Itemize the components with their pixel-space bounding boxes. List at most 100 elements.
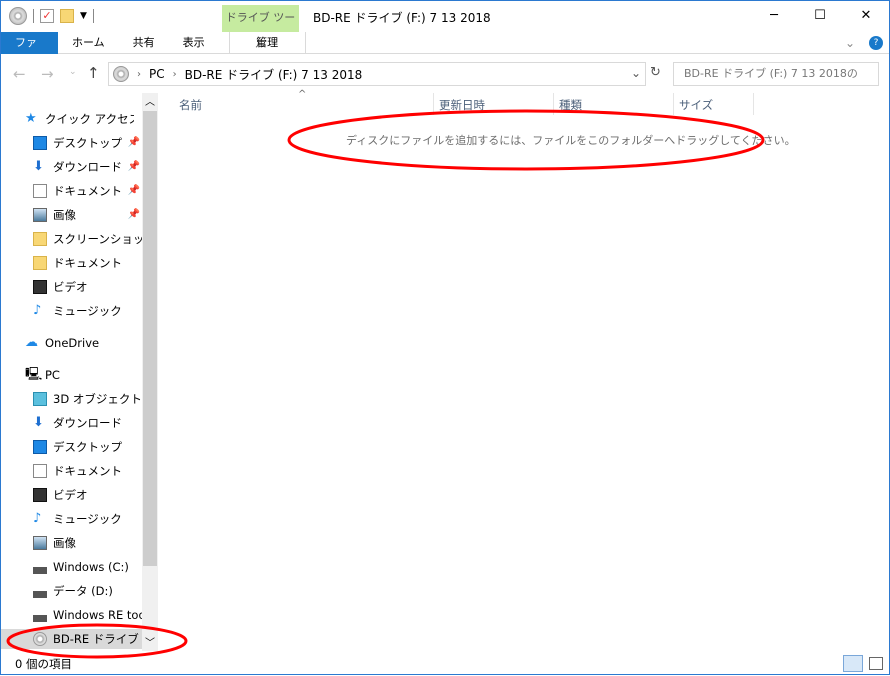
status-bar: 0 個の項目 bbox=[1, 653, 889, 675]
nav-item-label: ビデオ bbox=[53, 280, 88, 294]
ribbon-tabs: ファイル ホーム 共有 表示 管理 ⌄ ? bbox=[1, 32, 889, 71]
nav-item-music[interactable]: ♪ ミュージック bbox=[33, 509, 142, 529]
column-divider[interactable] bbox=[433, 93, 434, 115]
drive-icon bbox=[33, 608, 47, 622]
customize-dropdown-icon[interactable]: ▼ bbox=[80, 11, 87, 21]
address-bar[interactable]: › PC › BD-RE ドライブ (F:) 7 13 2018 ⌄ bbox=[108, 62, 646, 86]
nav-item-drive[interactable]: データ (D:) bbox=[33, 581, 142, 601]
nav-item-picture[interactable]: 画像 bbox=[33, 533, 142, 553]
column-divider[interactable] bbox=[753, 93, 754, 115]
properties-icon[interactable]: ✓ bbox=[40, 9, 54, 23]
nav-item-video[interactable]: ビデオ bbox=[33, 277, 142, 297]
tab-file[interactable]: ファイル bbox=[1, 32, 58, 71]
forward-button[interactable]: → bbox=[41, 65, 54, 83]
nav-item-label: データ (D:) bbox=[53, 584, 113, 598]
close-button[interactable]: ✕ bbox=[843, 1, 889, 31]
nav-pc[interactable]: 🖳 PC bbox=[25, 365, 134, 385]
drive-tools-context-tab: ドライブ ツール bbox=[222, 5, 299, 50]
maximize-button[interactable]: ☐ bbox=[797, 1, 843, 31]
scrollbar-thumb[interactable] bbox=[143, 111, 157, 566]
divider bbox=[33, 9, 34, 23]
breadcrumb-chevron-icon[interactable]: › bbox=[173, 69, 177, 80]
nav-item-label: デスクトップ bbox=[53, 440, 122, 454]
nav-item-label: ビデオ bbox=[53, 488, 88, 502]
new-folder-icon[interactable] bbox=[60, 9, 74, 23]
nav-item-download[interactable]: ⬇ ダウンロード 📌 bbox=[33, 157, 142, 177]
nav-item-folder[interactable]: ドキュメント bbox=[33, 253, 142, 273]
nav-scrollbar[interactable]: ︿ ﹀ bbox=[142, 93, 158, 651]
folder-icon bbox=[33, 232, 47, 246]
pin-icon[interactable]: 📌 bbox=[128, 181, 140, 201]
nav-item-document[interactable]: ドキュメント bbox=[33, 461, 142, 481]
drive-icon bbox=[33, 584, 47, 598]
column-divider[interactable] bbox=[553, 93, 554, 115]
nav-item-label: ミュージック bbox=[53, 304, 122, 318]
pc-icon: 🖳 bbox=[25, 367, 43, 382]
column-headers: ^ 名前 更新日時 種類 サイズ bbox=[161, 89, 889, 115]
tab-home[interactable]: ホーム bbox=[58, 32, 119, 54]
scroll-down-icon[interactable]: ﹀ bbox=[145, 634, 155, 649]
breadcrumb-drive[interactable]: BD-RE ドライブ (F:) 7 13 2018 bbox=[185, 66, 363, 83]
nav-item-3d-objects[interactable]: 3D オブジェクト bbox=[33, 389, 142, 409]
nav-item-label: 画像 bbox=[53, 536, 76, 550]
nav-item-folder[interactable]: スクリーンショット bbox=[33, 229, 142, 249]
nav-item-label: Windows (C:) bbox=[53, 560, 129, 574]
large-icons-view-button[interactable] bbox=[869, 657, 883, 670]
nav-item-drive[interactable]: Windows RE too bbox=[33, 605, 142, 625]
explorer-window: ✓ ▼ ドライブ ツール BD-RE ドライブ (F:) 7 13 2018 ─… bbox=[0, 0, 890, 675]
desktop-icon bbox=[33, 440, 47, 454]
navigation-pane: ★ クイック アクセス デスクトップ 📌 ⬇ ダウンロード 📌 ドキュメント 📌 画像 📌 スクリーン… bbox=[1, 93, 142, 653]
3d-objects-icon bbox=[33, 392, 47, 406]
address-dropdown-icon[interactable]: ⌄ bbox=[631, 66, 641, 80]
search-input[interactable]: BD-RE ドライブ (F:) 7 13 2018の bbox=[673, 62, 879, 86]
nav-onedrive[interactable]: ☁ OneDrive bbox=[25, 333, 134, 353]
nav-item-desktop[interactable]: デスクトップ bbox=[33, 437, 142, 457]
music-icon: ♪ bbox=[33, 511, 42, 526]
star-icon: ★ bbox=[25, 111, 37, 126]
onedrive-icon: ☁ bbox=[25, 335, 38, 350]
pin-icon[interactable]: 📌 bbox=[128, 157, 140, 177]
refresh-button[interactable]: ↻ bbox=[650, 65, 661, 80]
column-name[interactable]: 名前 bbox=[179, 97, 202, 113]
breadcrumb-pc[interactable]: PC bbox=[149, 67, 165, 81]
scroll-up-icon[interactable]: ︿ bbox=[145, 93, 155, 108]
tab-manage[interactable]: 管理 bbox=[228, 32, 306, 54]
document-icon bbox=[33, 184, 47, 198]
pin-icon[interactable]: 📌 bbox=[128, 205, 140, 225]
nav-item-label: PC bbox=[45, 368, 60, 382]
column-type[interactable]: 種類 bbox=[559, 97, 582, 113]
nav-item-music[interactable]: ♪ ミュージック bbox=[33, 301, 142, 321]
nav-item-label: ドキュメント bbox=[53, 184, 122, 198]
nav-item-picture[interactable]: 画像 📌 bbox=[33, 205, 142, 225]
help-icon[interactable]: ? bbox=[869, 36, 883, 50]
breadcrumb-chevron-icon[interactable]: › bbox=[137, 69, 141, 80]
back-button[interactable]: ← bbox=[13, 65, 26, 83]
divider bbox=[92, 9, 94, 23]
quick-access-toolbar: ✓ ▼ bbox=[9, 7, 94, 25]
up-button[interactable]: ↑ bbox=[87, 64, 100, 82]
nav-item-download[interactable]: ⬇ ダウンロード bbox=[33, 413, 142, 433]
nav-item-video[interactable]: ビデオ bbox=[33, 485, 142, 505]
column-date-modified[interactable]: 更新日時 bbox=[439, 97, 485, 113]
nav-quick-access[interactable]: ★ クイック アクセス bbox=[25, 109, 134, 129]
ribbon-expand-icon[interactable]: ⌄ bbox=[845, 36, 855, 50]
nav-item-label: ダウンロード bbox=[53, 160, 122, 174]
column-size[interactable]: サイズ bbox=[679, 97, 713, 113]
nav-item-label: ドキュメント bbox=[53, 256, 122, 270]
cd-drive-icon bbox=[9, 7, 27, 25]
folder-icon bbox=[33, 256, 47, 270]
title-bar: ✓ ▼ ドライブ ツール BD-RE ドライブ (F:) 7 13 2018 ─… bbox=[1, 1, 889, 50]
nav-item-label: ミュージック bbox=[53, 512, 122, 526]
nav-item-document[interactable]: ドキュメント 📌 bbox=[33, 181, 142, 201]
minimize-button[interactable]: ─ bbox=[751, 1, 797, 31]
details-view-button[interactable] bbox=[843, 655, 863, 672]
nav-item-drive[interactable]: Windows (C:) bbox=[33, 557, 142, 577]
recent-locations-icon[interactable]: ⌄ bbox=[69, 67, 77, 77]
nav-item-cd-drive[interactable]: BD-RE ドライブ (F: bbox=[1, 629, 142, 649]
nav-item-label: スクリーンショット bbox=[53, 232, 142, 246]
tab-share[interactable]: 共有 bbox=[119, 32, 169, 54]
column-divider[interactable] bbox=[673, 93, 674, 115]
tab-view[interactable]: 表示 bbox=[169, 32, 219, 54]
music-icon: ♪ bbox=[33, 303, 42, 318]
picture-icon bbox=[33, 536, 47, 550]
